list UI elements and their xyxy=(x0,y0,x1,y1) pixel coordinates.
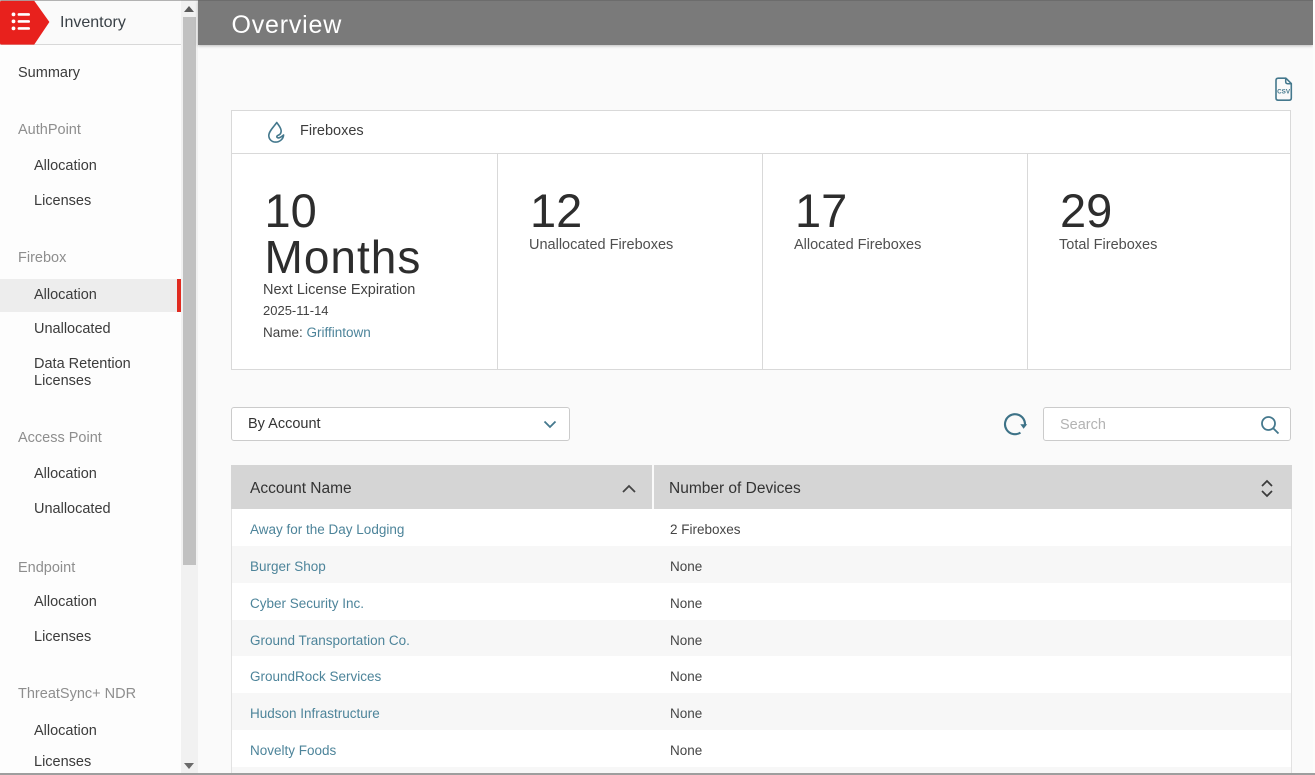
svg-text:CSV: CSV xyxy=(1277,89,1291,96)
